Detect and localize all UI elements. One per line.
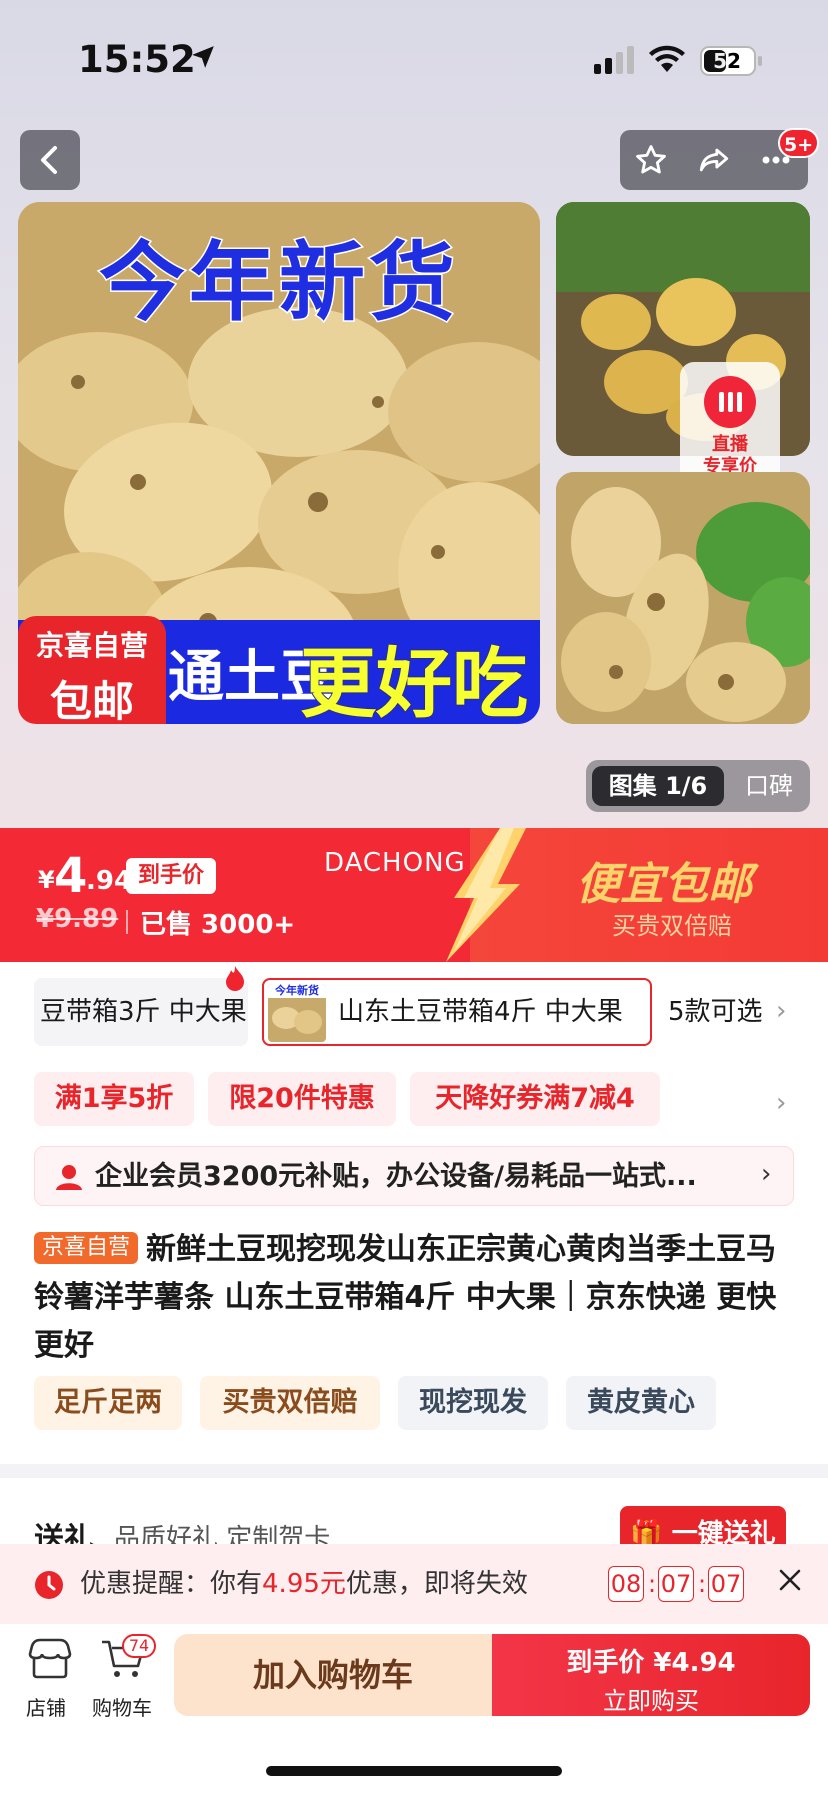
- battery-icon: 52: [700, 46, 756, 76]
- home-indicator: [266, 1766, 562, 1776]
- cart-label: 购物车: [92, 1696, 152, 1720]
- feature-chip: 现挖现发: [398, 1376, 548, 1430]
- live-icon: [704, 376, 756, 428]
- favorite-star-icon[interactable]: [634, 143, 668, 177]
- stamp-line2: 包邮: [49, 677, 134, 726]
- message-badge: 5+: [778, 128, 820, 158]
- coupon-tag[interactable]: 天降好券满7减4: [410, 1072, 660, 1126]
- store-icon: [28, 1638, 72, 1679]
- live-label: 直播: [712, 434, 748, 455]
- sku-selected-label: 山东土豆带箱4斤 中大果: [338, 997, 623, 1027]
- original-price: ¥9.89: [36, 904, 119, 934]
- self-operated-tag: 京喜自营: [34, 1232, 138, 1264]
- user-icon: [56, 1165, 82, 1190]
- hot-flame-icon: [226, 966, 244, 991]
- store-button[interactable]: 店铺: [20, 1636, 80, 1720]
- self-operated-stamp: 京喜自营 包邮: [18, 616, 166, 726]
- cart-count-badge: 74: [122, 1634, 156, 1658]
- reminder-amount: 4.95元: [262, 1569, 346, 1599]
- chevron-right-icon: ›: [761, 1159, 772, 1189]
- chevron-right-icon[interactable]: ›: [776, 1088, 786, 1118]
- enterprise-member-banner[interactable]: 企业会员3200元补贴，办公设备/易耗品一站式... ›: [34, 1146, 794, 1206]
- live-price-widget[interactable]: 直播 专享价: [680, 362, 780, 490]
- countdown-hours: 08: [608, 1566, 644, 1602]
- feature-chip: 黄皮黄心: [566, 1376, 716, 1430]
- promo-subtitle: 买贵双倍赔: [612, 912, 732, 940]
- sku-thumb-text: 今年新货: [268, 984, 326, 998]
- cellular-signal-icon: [594, 46, 634, 74]
- product-title: 新鲜土豆现挖现发山东正宗黄心黄肉当季土豆马铃薯洋芋薯条 山东土豆带箱4斤 中大果…: [34, 1232, 777, 1363]
- reminder-prefix: 优惠提醒：你有: [80, 1569, 263, 1599]
- coupon-tag[interactable]: 限20件特惠: [208, 1072, 396, 1126]
- add-to-cart-button[interactable]: 加入购物车: [174, 1634, 492, 1716]
- reminder-suffix: 优惠，即将失效: [345, 1569, 528, 1599]
- chevron-left-icon: [41, 146, 57, 174]
- feature-chip: 买贵双倍赔: [200, 1376, 380, 1430]
- battery-tip: [758, 56, 762, 66]
- buy-now-button[interactable]: 到手价 ¥4.94 立即购买: [492, 1634, 810, 1716]
- tab-album[interactable]: 图集 1/6: [592, 766, 724, 806]
- price-currency: ¥: [38, 866, 55, 894]
- sku-option-prev[interactable]: 豆带箱3斤 中大果: [34, 978, 248, 1046]
- price-integer: 4: [54, 848, 88, 904]
- buy-now-label: 立即购买: [603, 1687, 699, 1715]
- battery-level: 52: [713, 49, 741, 73]
- sku-option-selected[interactable]: 今年新货 山东土豆带箱4斤 中大果: [262, 978, 652, 1046]
- sku-more-count[interactable]: 5款可选: [668, 978, 763, 1046]
- buy-now-price: 到手价 ¥4.94: [566, 1648, 736, 1678]
- feature-chip: 足斤足两: [34, 1376, 182, 1430]
- countdown-colon: :: [648, 1570, 657, 1598]
- share-icon[interactable]: [696, 143, 732, 177]
- countdown-seconds: 07: [708, 1566, 744, 1602]
- status-time: 15:52: [78, 38, 196, 81]
- potatoes-leaves-image: [556, 472, 810, 724]
- chevron-right-icon[interactable]: ›: [776, 996, 786, 1026]
- banner-headline: 今年新货: [98, 232, 459, 335]
- wifi-icon: [649, 45, 685, 72]
- final-price-tag: 到手价: [126, 858, 216, 894]
- potato-mini-icon: [272, 1007, 322, 1034]
- countdown-minutes: 07: [658, 1566, 694, 1602]
- sold-count: 已售 3000+: [140, 910, 296, 940]
- promo-title: 便宜包邮: [576, 859, 752, 910]
- thumbnail-image-leaves[interactable]: [556, 472, 810, 724]
- location-arrow-icon: [192, 46, 214, 68]
- store-label: 店铺: [26, 1696, 66, 1720]
- close-icon[interactable]: [776, 1566, 804, 1594]
- price-divider: [126, 910, 128, 934]
- coupon-tag[interactable]: 满1享5折: [34, 1072, 194, 1126]
- clock-icon: [35, 1571, 63, 1599]
- reminder-text: 优惠提醒：你有4.95元优惠，即将失效: [80, 1544, 528, 1624]
- tab-reviews[interactable]: 口碑: [734, 766, 804, 806]
- back-button[interactable]: [20, 130, 80, 190]
- member-text: 企业会员3200元补贴，办公设备/易耗品一站式...: [95, 1161, 697, 1192]
- banner-bottom-slogan: 更好吃: [299, 638, 529, 724]
- stamp-line1: 京喜自营: [35, 629, 148, 662]
- countdown-colon: :: [698, 1570, 707, 1598]
- sku-thumbnail: 今年新货: [268, 984, 326, 1042]
- status-bar: 15:52 52: [0, 0, 828, 120]
- section-divider: [0, 1464, 828, 1478]
- gallery-switcher: 图集 1/6 口碑: [586, 760, 810, 812]
- promo-brand: DACHONG: [324, 848, 466, 878]
